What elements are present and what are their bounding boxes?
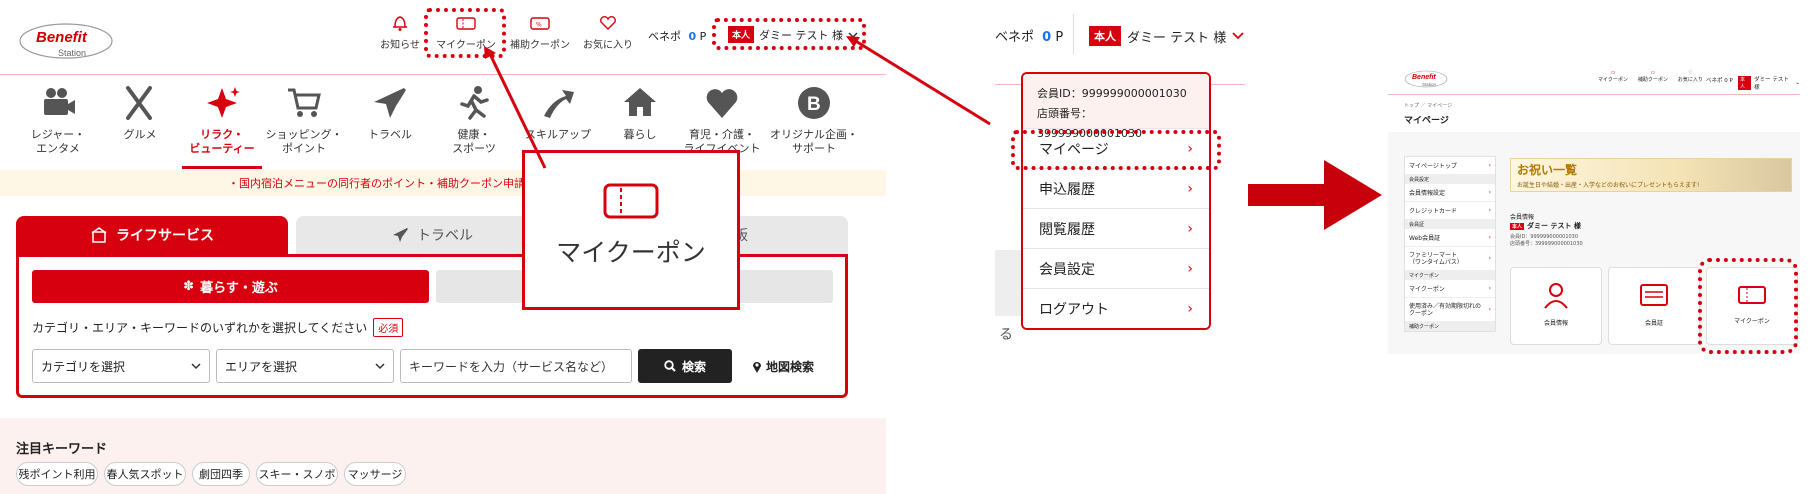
annotation-arrows xyxy=(484,36,991,169)
arrow-line-coupon xyxy=(488,53,547,169)
arrow-line-user xyxy=(853,38,991,126)
